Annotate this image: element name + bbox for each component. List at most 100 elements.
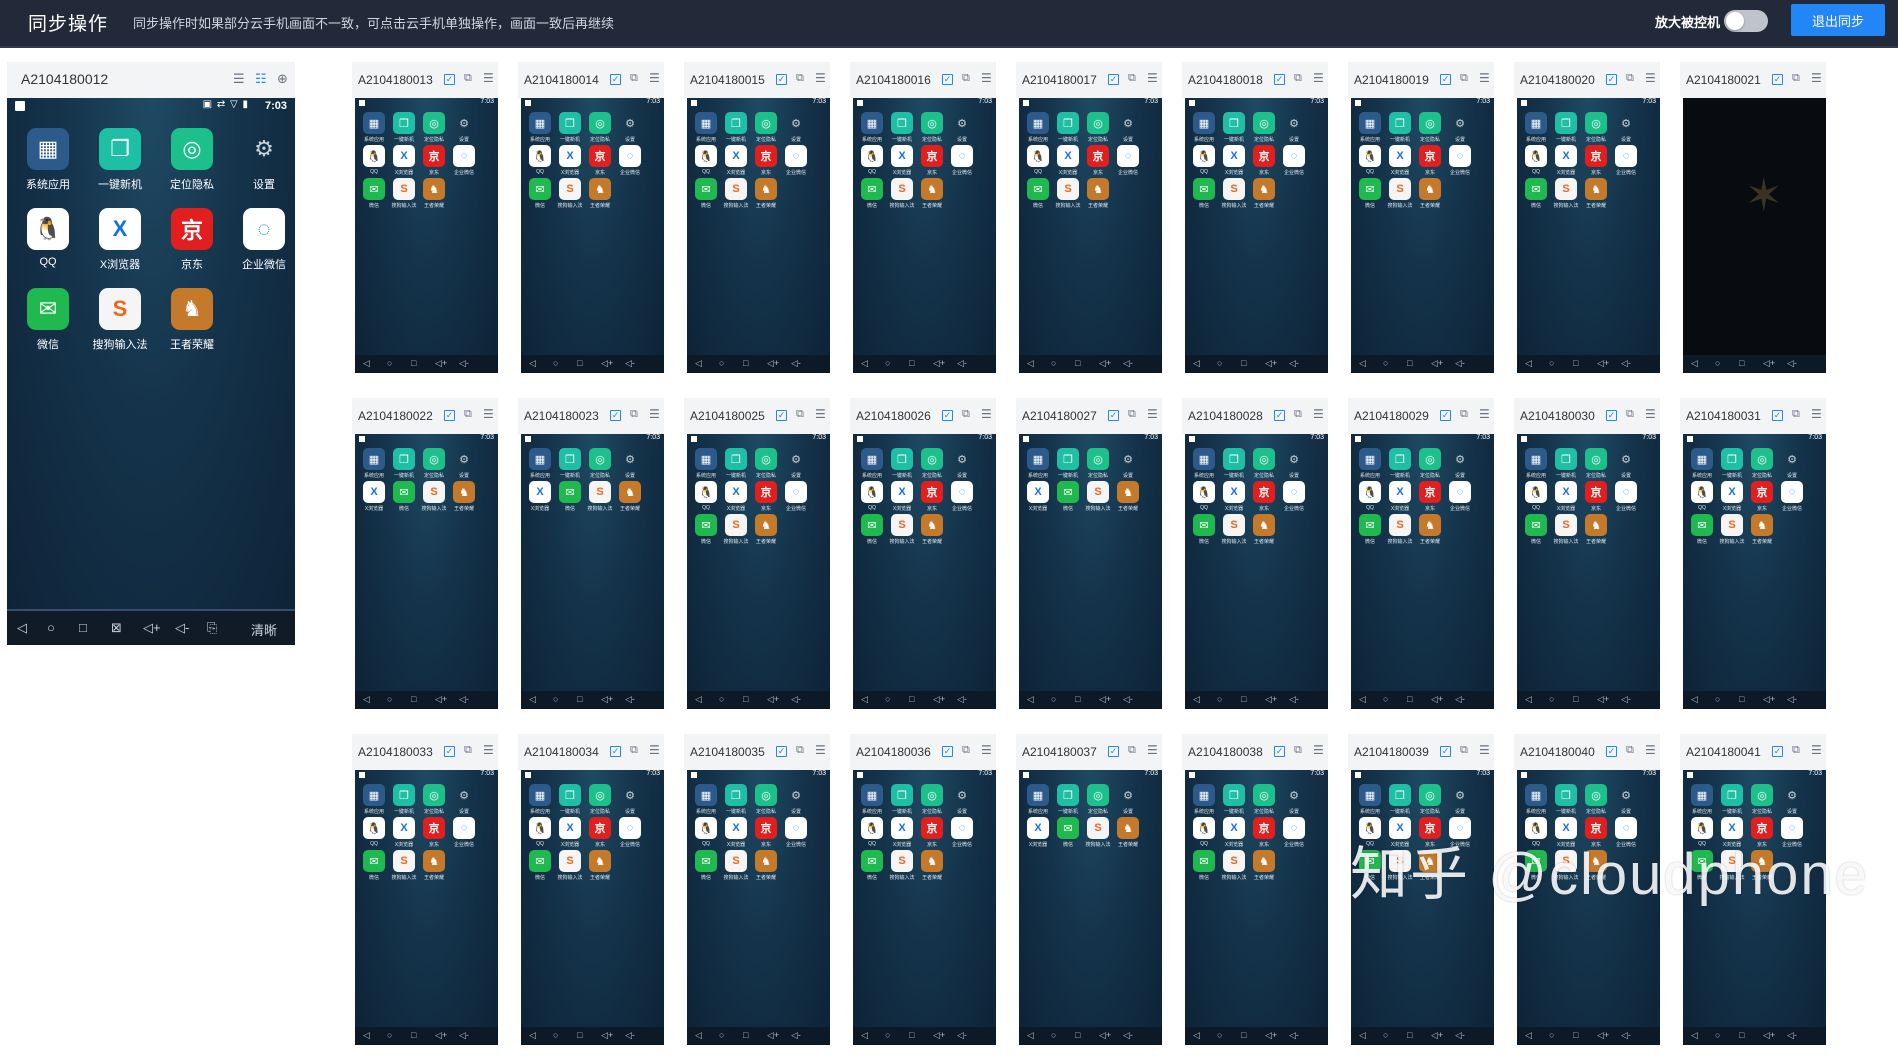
app-wecom[interactable]: ◌ 企业微信 bbox=[1777, 817, 1807, 848]
menu-icon[interactable]: ☰ bbox=[1313, 71, 1324, 85]
recents-icon[interactable]: □ bbox=[743, 694, 748, 704]
app-qq[interactable]: 🐧 QQ bbox=[857, 481, 887, 511]
phone-card[interactable]: A2104180016 ✓ ⧉ ☰ 7:03 ▦ 系统应用 ❐ 一键新机 ◎ 定位隐私 ⚙ 设置 🐧 QQ X… bbox=[850, 62, 996, 384]
app-game[interactable]: ♞ 王者荣耀 bbox=[419, 178, 449, 209]
menu-icon[interactable]: ☰ bbox=[815, 743, 826, 757]
app-system-apps[interactable]: ▦ 系统应用 bbox=[15, 128, 81, 192]
back-icon[interactable]: ◁ bbox=[1359, 358, 1366, 369]
app-qq[interactable]: 🐧 QQ bbox=[359, 145, 389, 175]
app-game[interactable]: ♞ 王者荣耀 bbox=[585, 178, 615, 209]
app-x-browser[interactable]: X X浏览器 bbox=[1385, 145, 1415, 176]
app-x-browser[interactable]: X X浏览器 bbox=[1385, 817, 1415, 848]
menu-icon[interactable]: ☰ bbox=[233, 71, 245, 87]
screenshot-icon[interactable]: ⊠ bbox=[111, 620, 122, 636]
volume-up-icon[interactable]: ◁+ bbox=[435, 1030, 447, 1041]
volume-down-icon[interactable]: ◁- bbox=[625, 1030, 635, 1041]
app-new-device[interactable]: ❐ 一键新机 bbox=[1551, 784, 1581, 815]
app-qq[interactable]: 🐧 QQ bbox=[1355, 145, 1385, 175]
app-game[interactable]: ♞ 王者荣耀 bbox=[917, 178, 947, 209]
home-icon[interactable]: ○ bbox=[885, 694, 890, 704]
app-system-apps[interactable]: ▦ 系统应用 bbox=[525, 448, 555, 479]
recents-icon[interactable]: □ bbox=[1739, 694, 1744, 704]
app-jd[interactable]: 京京东 bbox=[419, 145, 449, 176]
app-wechat[interactable]: ✉ 微信 bbox=[359, 850, 389, 881]
menu-icon[interactable]: ☰ bbox=[1479, 407, 1490, 421]
recents-icon[interactable]: □ bbox=[1241, 1030, 1246, 1040]
home-icon[interactable]: ○ bbox=[1051, 694, 1056, 704]
app-x-browser[interactable]: X X浏览器 bbox=[389, 817, 419, 848]
app-location[interactable]: ◎ 定位隐私 bbox=[751, 784, 781, 815]
phone-screen[interactable]: 7:03 ▦ 系统应用 ❐ 一键新机 ◎ 定位隐私 ⚙ 设置 🐧 QQ X X浏览器京京东 ◌ 企业微信 ✉ 微… bbox=[355, 98, 498, 373]
volume-up-icon[interactable]: ◁+ bbox=[933, 694, 945, 705]
app-location[interactable]: ◎ 定位隐私 bbox=[1083, 112, 1113, 143]
app-jd[interactable]: 京京东 bbox=[419, 817, 449, 848]
select-checkbox[interactable]: ✓ bbox=[1274, 410, 1285, 421]
app-location[interactable]: ◎ 定位隐私 bbox=[917, 784, 947, 815]
back-icon[interactable]: ◁ bbox=[1359, 1030, 1366, 1041]
volume-up-icon[interactable]: ◁+ bbox=[1431, 1030, 1443, 1041]
phone-card[interactable]: A2104180039 ✓ ⧉ ☰ 7:03 ▦ 系统应用 ❐ 一键新机 ◎ 定位隐私 ⚙ 设置 🐧 QQ X… bbox=[1348, 734, 1494, 1056]
app-new-device[interactable]: ❐ 一键新机 bbox=[1053, 784, 1083, 815]
volume-down-icon[interactable]: ◁- bbox=[791, 1030, 801, 1041]
app-game[interactable]: ♞ 王者荣耀 bbox=[159, 288, 225, 352]
app-system-apps[interactable]: ▦ 系统应用 bbox=[525, 784, 555, 815]
independent-control-icon[interactable]: ⧉ bbox=[1792, 72, 1800, 85]
app-system-apps[interactable]: ▦ 系统应用 bbox=[691, 784, 721, 815]
menu-icon[interactable]: ☰ bbox=[1313, 407, 1324, 421]
volume-up-icon[interactable]: ◁+ bbox=[601, 694, 613, 705]
app-location[interactable]: ◎ 定位隐私 bbox=[1083, 784, 1113, 815]
app-gear[interactable]: ⚙ 设置 bbox=[1611, 448, 1641, 480]
app-wecom[interactable]: ◌ 企业微信 bbox=[615, 145, 645, 176]
volume-down-icon[interactable]: ◁- bbox=[1455, 358, 1465, 369]
app-x-browser[interactable]: X X浏览器 bbox=[555, 817, 585, 848]
phone-card[interactable]: A2104180041 ✓ ⧉ ☰ 7:03 ▦ 系统应用 ❐ 一键新机 ◎ 定位隐私 ⚙ 设置 🐧 QQ X… bbox=[1680, 734, 1826, 1056]
app-location[interactable]: ◎ 定位隐私 bbox=[585, 448, 615, 479]
app-game[interactable]: ♞ 王者荣耀 bbox=[917, 850, 947, 881]
menu-icon[interactable]: ☰ bbox=[1811, 71, 1822, 85]
app-jd[interactable]: 京京东 bbox=[1415, 481, 1445, 512]
volume-down-icon[interactable]: ◁- bbox=[1621, 1030, 1631, 1041]
app-wechat[interactable]: ✉ 微信 bbox=[555, 481, 585, 512]
app-gear[interactable]: ⚙ 设置 bbox=[781, 784, 811, 816]
app-location[interactable]: ◎ 定位隐私 bbox=[159, 128, 225, 192]
select-checkbox[interactable]: ✓ bbox=[610, 410, 621, 421]
menu-icon[interactable]: ☰ bbox=[981, 407, 992, 421]
menu-icon[interactable]: ☰ bbox=[649, 743, 660, 757]
phone-card[interactable]: A2104180035 ✓ ⧉ ☰ 7:03 ▦ 系统应用 ❐ 一键新机 ◎ 定位隐私 ⚙ 设置 🐧 QQ X… bbox=[684, 734, 830, 1056]
app-wecom[interactable]: ◌ 企业微信 bbox=[1279, 145, 1309, 176]
app-new-device[interactable]: ❐ 一键新机 bbox=[389, 784, 419, 815]
app-game[interactable]: ♞ 王者荣耀 bbox=[419, 850, 449, 881]
app-wechat[interactable]: ✉ 微信 bbox=[857, 850, 887, 881]
home-icon[interactable]: ○ bbox=[719, 694, 724, 704]
app-game[interactable]: ♞ 王者荣耀 bbox=[1415, 514, 1445, 545]
phone-screen[interactable]: 7:03 ▦ 系统应用 ❐ 一键新机 ◎ 定位隐私 ⚙ 设置 🐧 QQ X X浏览器京京东 ◌ 企业微信 ✉ 微… bbox=[1351, 434, 1494, 709]
app-wecom[interactable]: ◌ 企业微信 bbox=[947, 481, 977, 512]
menu-icon[interactable]: ☰ bbox=[1147, 71, 1158, 85]
app-qq[interactable]: 🐧 QQ bbox=[1355, 817, 1385, 847]
app-system-apps[interactable]: ▦ 系统应用 bbox=[1023, 112, 1053, 143]
app-sogou[interactable]: S 搜狗输入法 bbox=[1219, 514, 1249, 545]
app-wechat[interactable]: ✉ 微信 bbox=[1355, 850, 1385, 881]
app-new-device[interactable]: ❐ 一键新机 bbox=[87, 128, 153, 192]
home-icon[interactable]: ○ bbox=[1217, 694, 1222, 704]
app-sogou[interactable]: S 搜狗输入法 bbox=[887, 514, 917, 545]
recents-icon[interactable]: □ bbox=[577, 358, 582, 368]
phone-card[interactable]: A2104180037 ✓ ⧉ ☰ 7:03 ▦ 系统应用 ❐ 一键新机 ◎ 定位隐私 ⚙ 设置 X X浏览… bbox=[1016, 734, 1162, 1056]
app-game[interactable]: ♞ 王者荣耀 bbox=[1113, 817, 1143, 848]
volume-down-icon[interactable]: ◁- bbox=[1455, 694, 1465, 705]
clarity-button[interactable]: 清晰 bbox=[251, 620, 277, 639]
home-icon[interactable]: ○ bbox=[1715, 358, 1720, 368]
independent-control-icon[interactable]: ⧉ bbox=[1792, 408, 1800, 421]
app-wecom[interactable]: ◌ 企业微信 bbox=[1611, 817, 1641, 848]
app-location[interactable]: ◎ 定位隐私 bbox=[585, 784, 615, 815]
menu-icon[interactable]: ☰ bbox=[981, 743, 992, 757]
volume-up-icon[interactable]: ◁+ bbox=[143, 620, 161, 636]
volume-down-icon[interactable]: ◁- bbox=[791, 694, 801, 705]
app-game[interactable]: ♞ 王者荣耀 bbox=[751, 514, 781, 545]
app-gear[interactable]: ⚙ 设置 bbox=[1279, 448, 1309, 480]
back-icon[interactable]: ◁ bbox=[17, 620, 27, 636]
phone-screen[interactable]: 7:03 ▦ 系统应用 ❐ 一键新机 ◎ 定位隐私 ⚙ 设置 🐧 QQ X X浏览器京京东 ◌ 企业微信 ✉ 微… bbox=[853, 98, 996, 373]
volume-down-icon[interactable]: ◁- bbox=[625, 358, 635, 369]
volume-down-icon[interactable]: ◁- bbox=[459, 694, 469, 705]
independent-control-icon[interactable]: ⧉ bbox=[1294, 72, 1302, 85]
